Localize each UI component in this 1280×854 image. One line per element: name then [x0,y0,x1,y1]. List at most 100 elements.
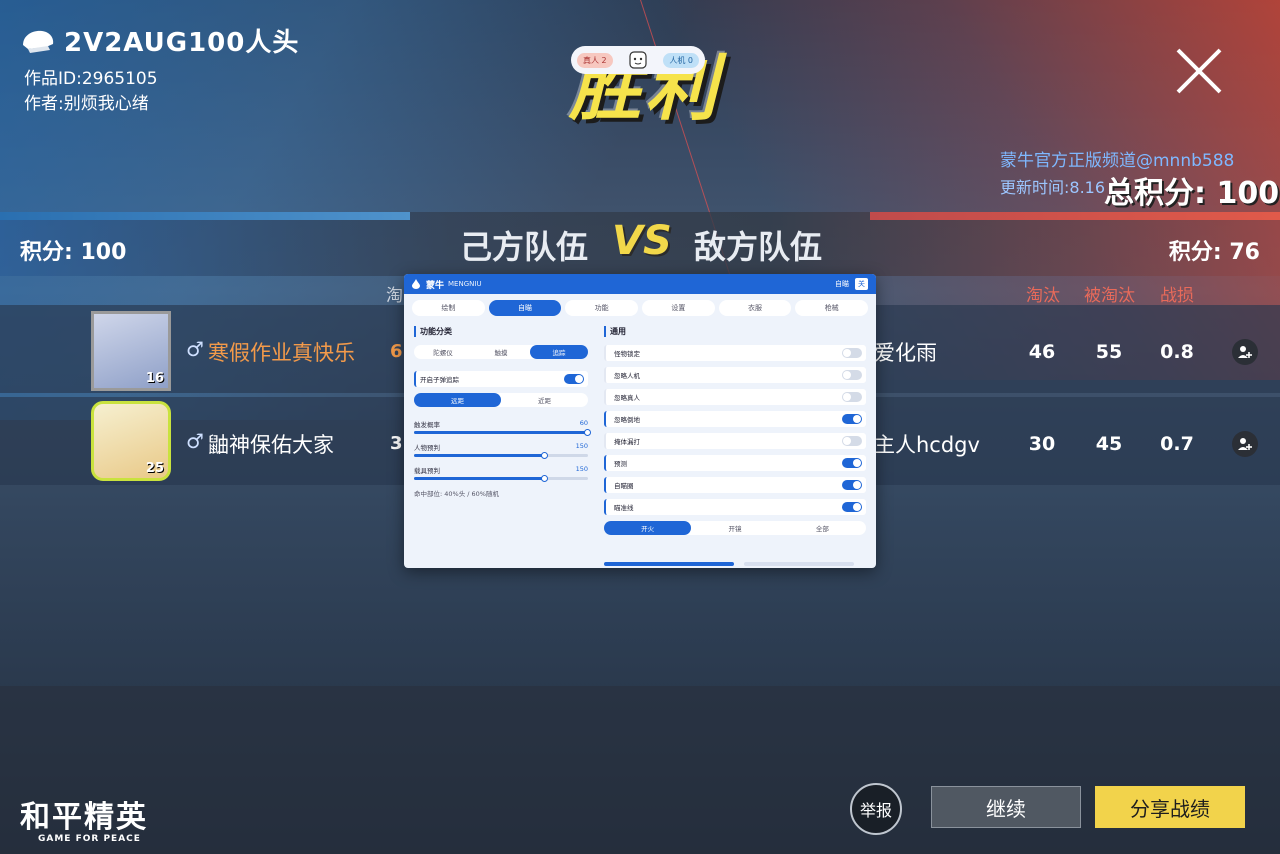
male-icon: ♂ [186,337,204,361]
player-stat: 6 [390,341,403,362]
close-button[interactable] [1172,44,1226,98]
option-label: 预测 [614,460,627,468]
tab-weapons[interactable]: 枪械 [795,300,869,316]
continue-button[interactable]: 继续 [931,786,1081,828]
stat-kd: 0.7 [1160,433,1194,455]
enemy-team-label: 敌方队伍 [694,228,823,266]
male-icon: ♂ [186,429,204,453]
slider-value: 60 [579,419,588,427]
panel-mode-label: 自瞄 [835,280,849,288]
column-kd: 战损 [1160,286,1194,306]
seg-gyro[interactable]: 陀螺仪 [414,345,472,359]
own-team-score: 积分: 100 [20,240,127,265]
tab-settings[interactable]: 设置 [642,300,715,316]
slider-track[interactable] [414,475,588,482]
option-label: 忽略真人 [614,394,640,402]
tab-aim[interactable]: 自瞄 [488,300,562,316]
option-toggle[interactable] [842,480,862,490]
hit-note: 命中部位: 40%头 / 60%随机 [414,490,499,498]
bullet-track-row: 开启子弹追踪 [414,371,588,387]
report-button[interactable]: 举报 [850,783,902,835]
seg-touch[interactable]: 触摸 [472,345,530,359]
own-column-header: 淘 [386,286,403,306]
aim-mode-segment: 陀螺仪 触摸 追踪 [414,345,588,359]
stat-eliminated: 45 [1095,433,1123,455]
enemy-player-name: 主人hcdgv [874,433,980,457]
seg-fire[interactable]: 开火 [604,521,692,535]
seg-far[interactable]: 远距 [414,393,501,407]
panel-brand-sub: MENGNIU [448,280,482,288]
work-id: 作品ID:2965105 [24,69,158,89]
panel-header: 蒙牛 MENGNIU 自瞄 关 [404,274,876,294]
slider-label: 载具预判 [414,467,440,475]
avatar[interactable]: 25 [91,401,171,481]
enemy-team-score: 积分: 76 [1168,240,1260,265]
seg-near[interactable]: 近距 [501,393,588,407]
option-label: 忽略人机 [614,372,640,380]
player-level: 16 [145,371,164,386]
option-toggle[interactable] [842,436,862,446]
panel-close-button[interactable]: 关 [855,278,868,290]
slider-knob[interactable] [584,429,591,436]
seg-track[interactable]: 追踪 [530,345,588,359]
panel-body: 功能分类 陀螺仪 触摸 追踪 开启子弹追踪 远距 近距 触发概率 60 人物预判 1… [404,322,876,539]
slider-person: 人物预判 150 [414,442,588,459]
slider-knob[interactable] [540,475,548,482]
panel-right-column: 通用 怪物锁定忽略人机忽略真人忽略倒地掩体漏打预测自瞄圈瞄准线 开火 开镜 全部 [604,326,866,535]
slider-fill [414,477,545,480]
add-friend-button[interactable] [1232,431,1258,457]
slider-label: 触发概率 [414,421,440,429]
option-toggle[interactable] [842,502,862,512]
game-logo: 和平精英 GAME FOR PEACE [20,792,148,844]
player-name: 寒假作业真快乐 [208,341,355,365]
option-row: 怪物锁定 [604,345,866,361]
stat-eliminations: 46 [1028,341,1056,363]
option-row: 瞄准线 [604,499,866,515]
logo-cn: 和平精英 [20,800,148,835]
slider-knob[interactable] [540,452,548,459]
option-toggle[interactable] [842,414,862,424]
slider-track[interactable] [414,429,591,436]
helmet-icon [23,30,54,53]
tab-function[interactable]: 功能 [565,300,639,316]
player-stat: 3 [390,433,403,454]
real-player-count: 真人 2 [577,52,613,68]
panel-tabs: 绘制 自瞄 功能 设置 衣服 枪械 [404,294,876,322]
tab-draw[interactable]: 绘制 [412,300,485,316]
right-section-title: 通用 [604,326,866,337]
live-count-bar: 真人 2 人机 0 [571,46,705,74]
slider-trigger: 触发概率 60 [414,419,591,436]
option-row: 忽略倒地 [604,411,866,427]
seg-all[interactable]: 全部 [779,521,866,535]
option-label: 掩体漏打 [614,438,640,446]
band-accent-left [0,212,410,220]
overlay-panel: 蒙牛 MENGNIU 自瞄 关 绘制 自瞄 功能 设置 衣服 枪械 功能分类 陀… [404,274,876,568]
left-section-title: 功能分类 [414,326,588,337]
bullet-track-toggle[interactable] [564,374,584,384]
own-team-label: 己方队伍 [460,228,589,266]
total-score: 总积分: 100 [1104,176,1280,211]
option-toggle[interactable] [842,370,862,380]
background-bottom [0,686,1280,854]
add-friend-button[interactable] [1232,339,1258,365]
share-results-button[interactable]: 分享战绩 [1095,786,1245,828]
option-toggle[interactable] [842,392,862,402]
tab-clothes[interactable]: 衣服 [718,300,792,316]
option-label: 自瞄圈 [614,482,634,490]
mode-title-text: 2V2AUG100人头 [64,28,300,58]
seg-scope[interactable]: 开镜 [691,521,778,535]
player-name: 鼬神保佑大家 [208,433,334,457]
slider-track[interactable] [414,452,588,459]
avatar[interactable]: 16 [91,311,171,391]
slider-label: 人物预判 [414,444,440,452]
fire-mode-segment: 开火 开镜 全部 [604,521,866,535]
mascot-icon [629,51,647,69]
panel-scroll-track [744,562,854,566]
option-row: 忽略真人 [604,389,866,405]
option-label: 忽略倒地 [614,416,640,424]
option-toggle[interactable] [842,458,862,468]
option-toggle[interactable] [842,348,862,358]
author: 作者:别烦我心绪 [24,94,149,114]
column-eliminated: 被淘汰 [1084,286,1135,306]
range-segment: 远距 近距 [414,393,588,407]
